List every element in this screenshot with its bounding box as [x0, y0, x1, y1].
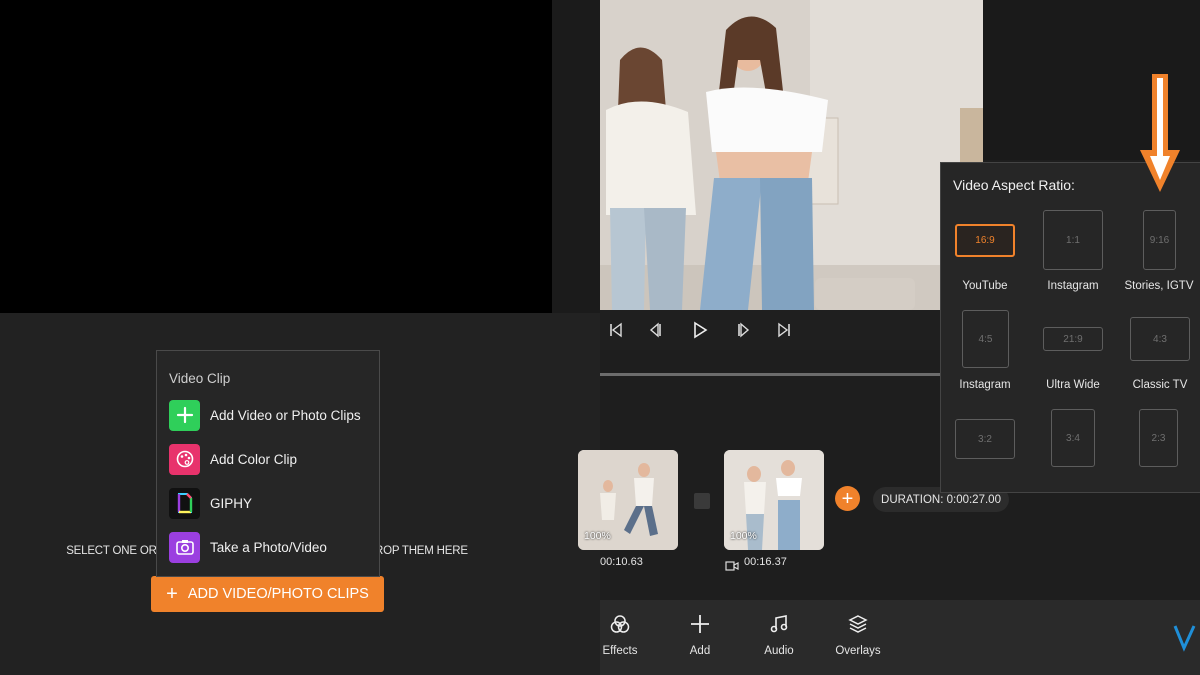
timeline-clip-1[interactable]: 100% [578, 450, 678, 550]
ratio-label: Instagram [959, 379, 1011, 391]
clip-duration: 00:16.37 [744, 556, 787, 568]
layers-icon [848, 614, 868, 639]
menu-item-label: GIPHY [210, 495, 253, 511]
ratio-option-3-4[interactable]: 3:4 [1051, 409, 1095, 467]
music-icon [769, 614, 789, 639]
ratio-label: Classic TV [1132, 379, 1188, 391]
clip-volume: 100% [584, 530, 611, 542]
ratio-option-4-5[interactable]: 4:5 [962, 310, 1009, 368]
plus-icon [690, 614, 710, 639]
popup-title: Video Aspect Ratio: [953, 177, 1075, 193]
ratio-option-16-9[interactable]: 16:9 [955, 224, 1015, 257]
menu-item-giphy[interactable]: GIPHY [169, 487, 375, 519]
skip-to-end-icon[interactable] [774, 320, 794, 340]
effects-icon [610, 614, 630, 639]
ratio-option-2-3[interactable]: 2:3 [1139, 409, 1178, 467]
video-preview-frame [600, 0, 983, 310]
menu-item-label: Add Color Clip [210, 451, 298, 467]
brand-logo-icon [1173, 625, 1196, 652]
ratio-option-9-16[interactable]: 9:16 [1143, 210, 1176, 270]
video-preview-image [600, 0, 983, 310]
left-editor-panel: SELECT ONE OR MORE O DROP THEM HERE + AD… [0, 0, 600, 675]
skip-to-start-icon[interactable] [606, 320, 626, 340]
timeline-clip-2[interactable]: 100% [724, 450, 824, 550]
menu-item-add-video-photo-clips[interactable]: Add Video or Photo Clips [169, 399, 375, 431]
empty-video-preview [0, 0, 552, 313]
clip-duration: 00:10.63 [600, 556, 643, 568]
video-aspect-ratio-popup: Video Aspect Ratio: 16:9 1:1 9:16 YouTub… [940, 162, 1200, 493]
toolbar-label: Effects [602, 645, 638, 657]
step-back-icon[interactable] [645, 320, 665, 340]
transition-slot[interactable] [694, 493, 710, 509]
toolbar-label: Audio [764, 645, 794, 657]
palette-icon [169, 443, 200, 475]
clip-volume: 100% [730, 530, 757, 542]
playback-controls [600, 310, 983, 350]
ratio-option-21-9[interactable]: 21:9 [1043, 327, 1103, 351]
camera-icon [169, 531, 200, 563]
video-clip-icon [725, 558, 739, 576]
plus-icon: + [841, 487, 854, 510]
ratio-option-1-1[interactable]: 1:1 [1043, 210, 1103, 270]
giphy-icon [169, 487, 200, 519]
video-clip-menu: Video Clip Add Video or Photo Clips Add … [156, 350, 380, 577]
toolbar-effects[interactable]: Effects [590, 614, 650, 657]
ratio-label: Ultra Wide [1046, 379, 1100, 391]
plus-icon: + [166, 583, 178, 605]
add-video-photo-clips-button[interactable]: + ADD VIDEO/PHOTO CLIPS [151, 576, 384, 612]
ratio-option-3-2[interactable]: 3:2 [955, 419, 1015, 459]
menu-item-take-photo-video[interactable]: Take a Photo/Video [169, 531, 375, 563]
preview-side-gap [552, 0, 600, 313]
ratio-label: Stories, IGTV [1124, 280, 1194, 292]
menu-item-label: Add Video or Photo Clips [210, 407, 361, 423]
menu-title: Video Clip [169, 371, 231, 386]
menu-item-label: Take a Photo/Video [210, 539, 327, 555]
annotation-arrow-icon [1140, 74, 1180, 192]
ratio-label: YouTube [962, 280, 1008, 292]
toolbar-label: Add [689, 645, 711, 657]
ratio-label: Instagram [1047, 280, 1099, 292]
add-clips-label: ADD VIDEO/PHOTO CLIPS [187, 586, 369, 602]
play-icon[interactable] [690, 320, 710, 340]
toolbar-overlays[interactable]: Overlays [828, 614, 888, 657]
add-clip-button[interactable]: + [835, 486, 860, 511]
bottom-toolbar: Effects Add Audio Overlays [600, 600, 1200, 675]
toolbar-audio[interactable]: Audio [749, 614, 809, 657]
plus-icon [169, 399, 200, 431]
step-forward-icon[interactable] [734, 320, 754, 340]
ratio-option-4-3[interactable]: 4:3 [1130, 317, 1190, 361]
timeline-progress-track[interactable] [600, 373, 940, 376]
toolbar-add[interactable]: Add [670, 614, 730, 657]
toolbar-label: Overlays [835, 645, 881, 657]
menu-item-add-color-clip[interactable]: Add Color Clip [169, 443, 375, 475]
